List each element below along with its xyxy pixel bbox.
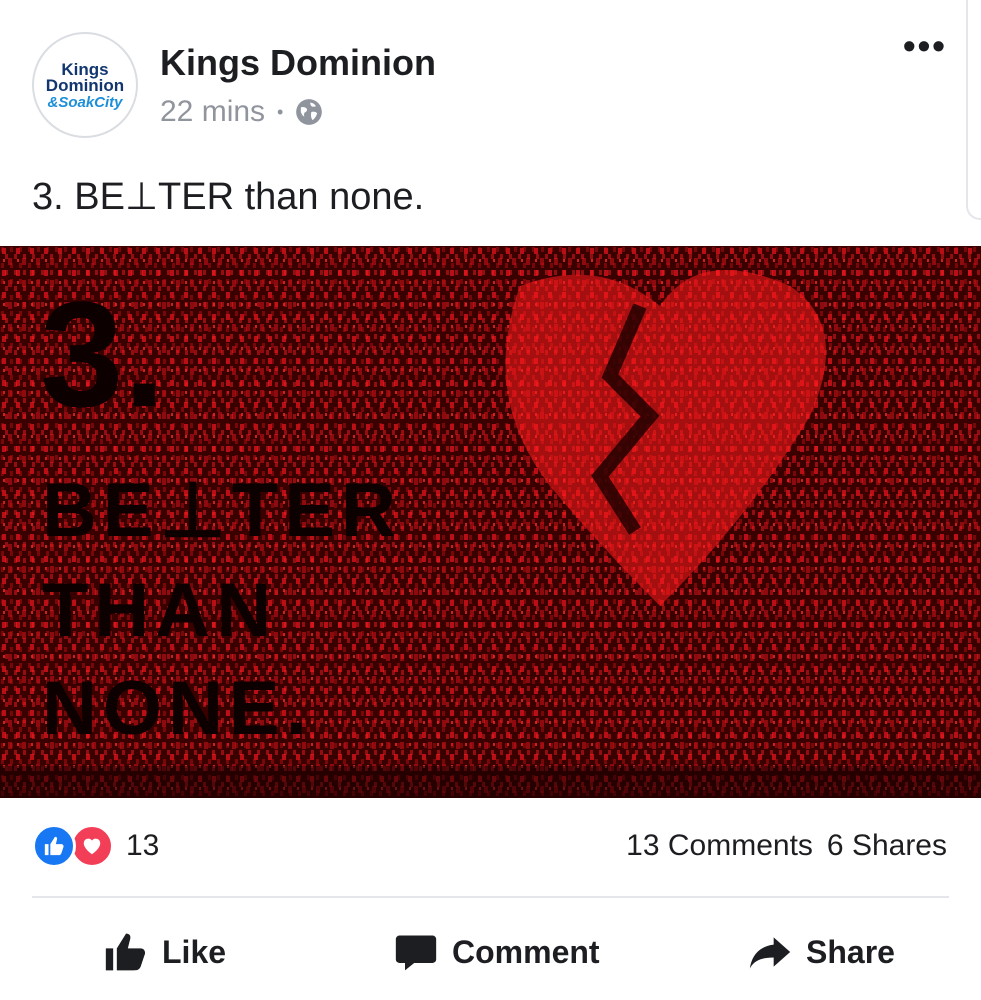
reaction-summary[interactable]: 13 bbox=[32, 824, 159, 868]
post-image-graphic: 3. BE⊥TER THAN NONE. bbox=[0, 246, 981, 798]
like-button[interactable]: Like bbox=[104, 924, 226, 980]
page-avatar[interactable]: Kings Dominion &SoakCity bbox=[32, 32, 138, 138]
comment-label: Comment bbox=[452, 933, 600, 970]
image-text-number: 3. bbox=[40, 270, 165, 438]
post-image[interactable]: 3. BE⊥TER THAN NONE. bbox=[0, 246, 981, 798]
engagement-counts: 13 Comments 6 Shares bbox=[626, 829, 947, 863]
share-label: Share bbox=[806, 933, 895, 970]
share-arrow-icon bbox=[749, 937, 791, 969]
avatar-logo-line: &SoakCity bbox=[47, 93, 123, 111]
card-edge bbox=[966, 0, 981, 220]
shares-count-link[interactable]: 6 Shares bbox=[827, 829, 947, 863]
like-icon bbox=[32, 824, 76, 868]
image-text-line: NONE. bbox=[42, 666, 313, 751]
comments-count-link[interactable]: 13 Comments bbox=[626, 829, 813, 863]
post-meta: 22 mins • bbox=[160, 95, 323, 129]
thumbs-up-icon bbox=[105, 933, 146, 971]
globe-icon[interactable] bbox=[295, 98, 323, 126]
post-text: 3. BE⊥TER than none. bbox=[32, 176, 425, 218]
image-text-line: BE⊥TER bbox=[42, 468, 402, 553]
love-icon bbox=[70, 824, 114, 868]
share-button[interactable]: Share bbox=[748, 924, 895, 980]
comment-bubble-icon bbox=[395, 935, 437, 971]
like-label: Like bbox=[162, 933, 227, 970]
meta-separator: • bbox=[277, 101, 284, 122]
more-options-button[interactable]: ••• bbox=[903, 28, 947, 64]
avatar-logo-line: Kings bbox=[61, 59, 109, 79]
reaction-count: 13 bbox=[126, 829, 160, 862]
avatar-logo-line: Dominion bbox=[45, 75, 125, 95]
post-timestamp[interactable]: 22 mins bbox=[160, 95, 265, 129]
comment-button[interactable]: Comment bbox=[394, 924, 600, 980]
divider bbox=[32, 896, 949, 898]
image-text-line: THAN bbox=[42, 568, 277, 653]
page-name-link[interactable]: Kings Dominion bbox=[160, 42, 436, 84]
